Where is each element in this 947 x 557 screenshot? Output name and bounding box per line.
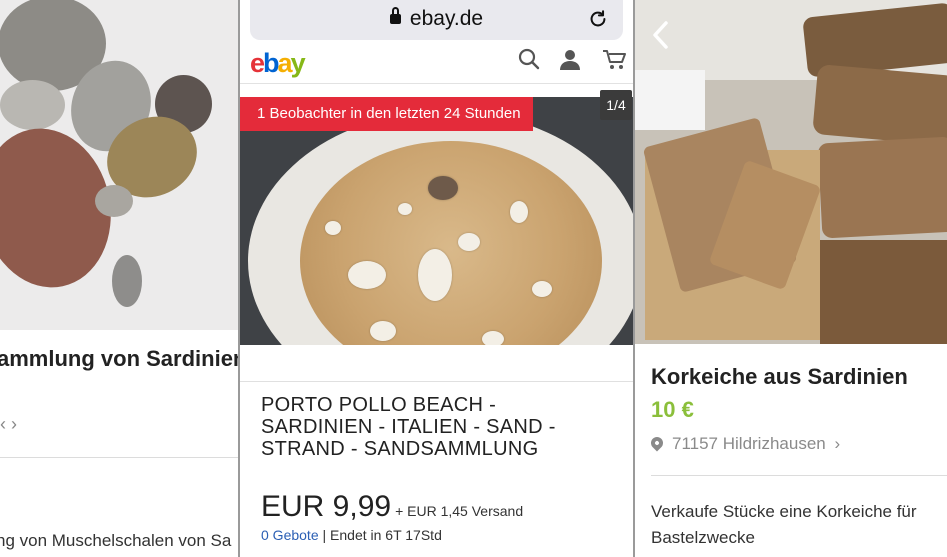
listing-photo-cork[interactable] (635, 0, 947, 344)
listing-description: Verkaufe Stücke eine Korkeiche für Baste… (651, 502, 917, 547)
price-row: EUR 9,99 + EUR 1,45 Versand (261, 490, 523, 524)
user-icon[interactable] (558, 48, 582, 70)
shell (510, 201, 528, 223)
reload-icon[interactable] (587, 8, 609, 30)
shell (370, 321, 396, 341)
listing-price: 10 € (651, 397, 694, 422)
chevron-right-icon: › (834, 434, 841, 453)
time-remaining: Endet in 6T 17Std (330, 527, 442, 543)
bids-link[interactable]: 0 Gebote (261, 527, 319, 543)
address-bar[interactable]: ebay.de (250, 0, 623, 40)
cork-bark (817, 136, 947, 239)
listing-photo-sand[interactable] (240, 97, 633, 345)
divider (0, 457, 238, 458)
listing-title: PORTO POLLO BEACH - SARDINIEN - ITALIEN … (261, 394, 556, 460)
location-text: 71157 Hildrizhausen (672, 434, 826, 453)
shell (482, 331, 504, 345)
price: EUR 9,99 (261, 490, 392, 523)
listing-title: Korkeiche aus Sardinien (651, 364, 908, 389)
search-icon[interactable] (517, 48, 541, 70)
ebay-logo[interactable]: ebay (250, 48, 306, 79)
logo-letter: e (250, 48, 265, 78)
sand (300, 141, 602, 345)
image-counter: 1/4 (600, 90, 632, 120)
cart-icon[interactable] (602, 48, 626, 70)
stone (95, 185, 133, 217)
bowl (248, 111, 633, 345)
listing-panel-ebay: ebay.de ebay 1 Beobachter in den letzten… (240, 0, 633, 557)
lock-icon (389, 7, 401, 24)
auction-meta: 0 Gebote | Endet in 6T 17Std (261, 527, 442, 543)
listing-panel-right: Korkeiche aus Sardinien 10 € 71157 Hildr… (635, 0, 947, 557)
separator: | (322, 527, 327, 543)
listing-description: ng von Muschelschalen von Sa (0, 531, 232, 550)
shell (532, 281, 552, 297)
shell (348, 261, 386, 289)
shell (418, 249, 452, 301)
listing-title: ammlung von Sardinien (0, 346, 238, 371)
shell (398, 203, 412, 215)
back-arrow-icon[interactable] (651, 20, 669, 50)
stone (112, 255, 142, 307)
shipping-cost: + EUR 1,45 Versand (395, 503, 524, 519)
ebay-header: ebay (240, 40, 633, 84)
url-text: ebay.de (409, 7, 484, 30)
logo-letter: y (290, 48, 306, 78)
shell (428, 176, 458, 200)
watcher-badge: 1 Beobachter in den letzten 24 Stunden (240, 97, 533, 131)
listing-photo-stones[interactable] (0, 0, 238, 330)
cork-bark (812, 64, 947, 146)
logo-letter: a (277, 48, 293, 78)
listing-panel-left: ammlung von Sardinien ‹ › ng von Muschel… (0, 0, 238, 557)
location-pin-icon (648, 434, 666, 452)
location-link[interactable]: 71157 Hildrizhausen › (648, 434, 841, 454)
paper-box (635, 70, 705, 130)
divider (651, 475, 947, 476)
shell (325, 221, 341, 235)
shell (458, 233, 480, 251)
logo-letter: b (263, 48, 279, 78)
divider (240, 381, 633, 382)
chevron-icon[interactable]: ‹ › (0, 414, 17, 435)
box-shadow (820, 240, 947, 344)
stone (0, 80, 65, 130)
